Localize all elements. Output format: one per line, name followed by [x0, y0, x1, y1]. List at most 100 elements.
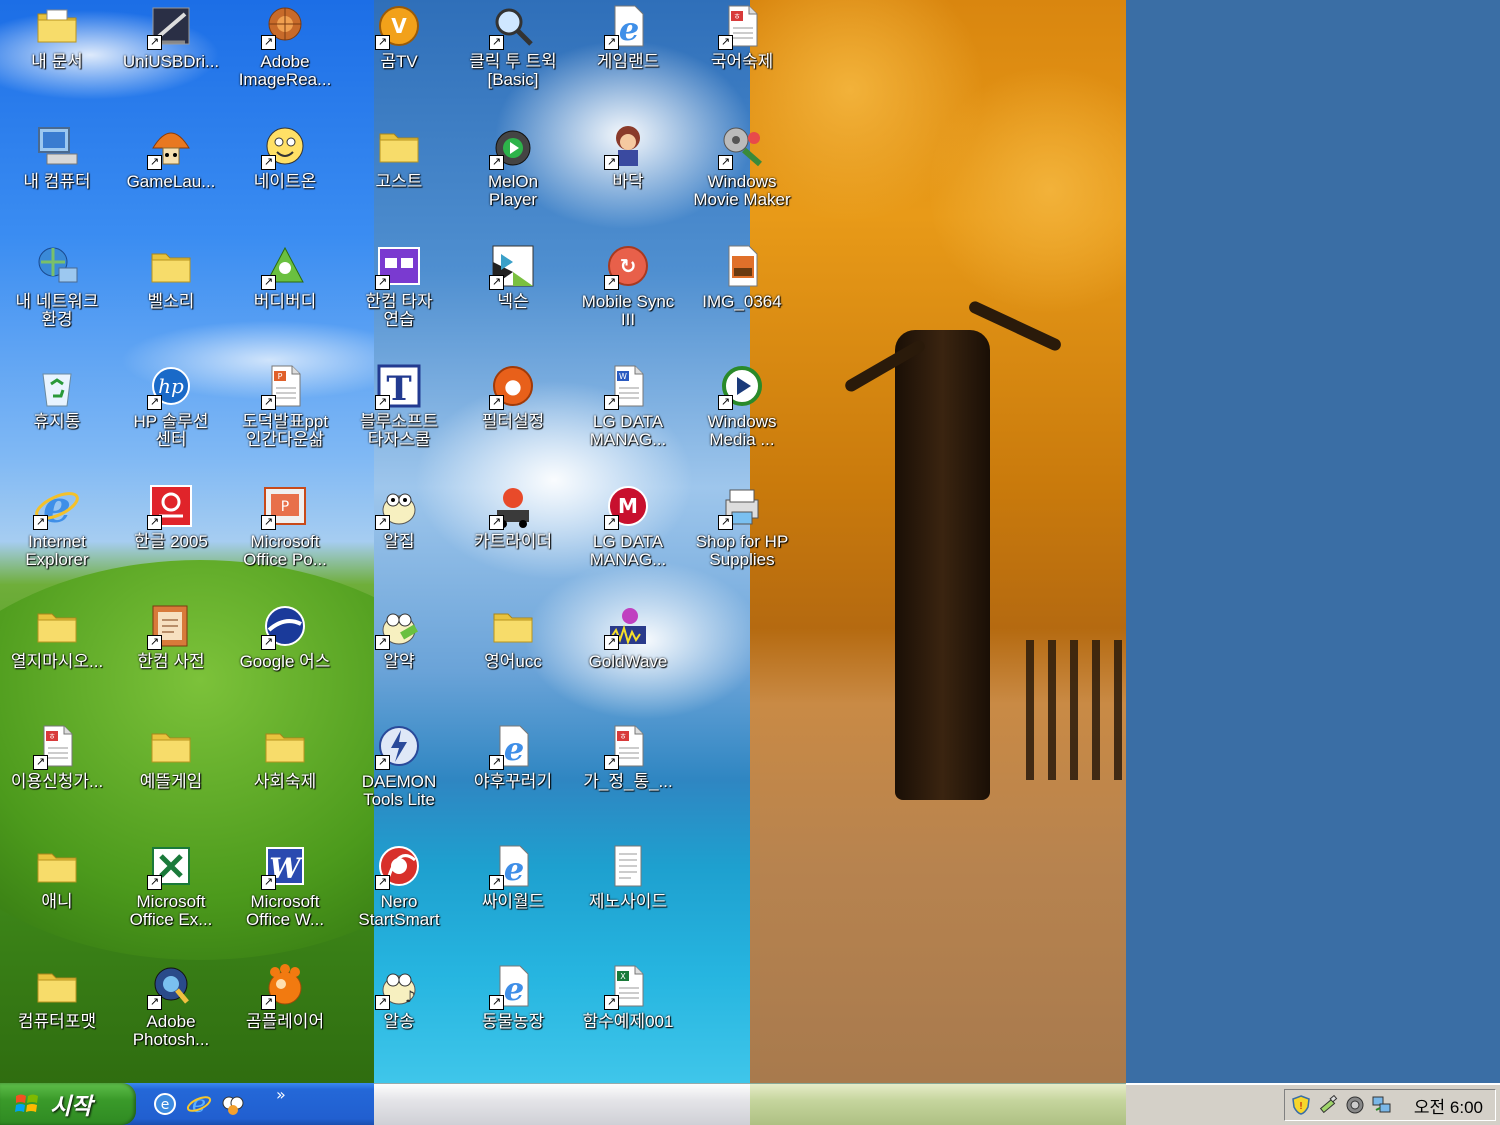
desktop-icon[interactable]: ↗ 카트라이더: [456, 480, 570, 590]
desktop-icon[interactable]: e ↗ 동물농장: [456, 960, 570, 1070]
svg-text:e: e: [619, 10, 639, 48]
desktop-icon[interactable]: ↗ Shop for HP Supplies: [685, 480, 799, 590]
speaker-icon[interactable]: [1344, 1094, 1366, 1116]
desktop-icon-label: 한컴 사전: [137, 652, 205, 671]
desktop-icon[interactable]: e ↗ 게임랜드: [571, 0, 685, 110]
melon-player-icon: ↗: [489, 122, 537, 170]
desktop-icon[interactable]: ↗ 클릭 투 트윅 [Basic]: [456, 0, 570, 110]
desktop-icon[interactable]: 애니: [0, 840, 114, 950]
desktop-icon-label: 싸이월드: [481, 892, 545, 911]
svg-text:V: V: [391, 14, 407, 38]
desktop-icon[interactable]: e ↗ Internet Explorer: [0, 480, 114, 590]
messenger-icon[interactable]: [220, 1091, 246, 1117]
desktop-icon[interactable]: 내 컴퓨터: [0, 120, 114, 230]
clock[interactable]: 오전 6:00: [1414, 1093, 1483, 1118]
internet-explorer-icon[interactable]: e: [186, 1091, 212, 1117]
network-tray-icon[interactable]: [1371, 1094, 1393, 1116]
kartrider-icon: ↗: [489, 482, 537, 530]
desktop-icon[interactable]: ㅎ ↗ 국어숙제: [685, 0, 799, 110]
desktop-icon[interactable]: 고스트: [342, 120, 456, 230]
desktop-icon[interactable]: 벨소리: [114, 240, 228, 350]
desktop-icon-label: 내 네트워크 환경: [15, 292, 99, 329]
desktop-icon[interactable]: e ↗ 싸이월드: [456, 840, 570, 950]
desktop-icon[interactable]: W ↗ Microsoft Office W...: [228, 840, 342, 950]
desktop-icon[interactable]: T ↗ 블루소프트 타자스쿨: [342, 360, 456, 470]
desktop-icon[interactable]: ↗ 한컴 사전: [114, 600, 228, 710]
usb-plug-icon[interactable]: [1317, 1094, 1339, 1116]
desktop-icon[interactable]: ↗ Google 어스: [228, 600, 342, 710]
desktop-icon[interactable]: ↗ 바닥: [571, 120, 685, 230]
desktop-icon[interactable]: 제노사이드: [571, 840, 685, 950]
desktop-icon-label: IMG_0364: [702, 292, 782, 311]
desktop-icon[interactable]: 컴퓨터포맷: [0, 960, 114, 1070]
desktop-icon[interactable]: 예뜰게임: [114, 720, 228, 830]
desktop-icon[interactable]: ♪ ↗ 알송: [342, 960, 456, 1070]
excel-document-icon: X ↗: [604, 962, 652, 1010]
desktop-icon[interactable]: 내 네트워크 환경: [0, 240, 114, 350]
desktop-icon[interactable]: ↗ GoldWave: [571, 600, 685, 710]
desktop-icon-label: Shop for HP Supplies: [695, 532, 789, 569]
desktop-icon[interactable]: P ↗ Microsoft Office Po...: [228, 480, 342, 590]
desktop-icon[interactable]: ↗ 알약: [342, 600, 456, 710]
daemon-tools-icon: ↗: [375, 722, 423, 770]
ie-alt-icon[interactable]: e: [152, 1091, 178, 1117]
desktop-icon[interactable]: IMG_0364: [685, 240, 799, 350]
shortcut-arrow-icon: ↗: [375, 875, 390, 890]
desktop-icon[interactable]: ↗ Adobe Photosh...: [114, 960, 228, 1070]
desktop-icon[interactable]: V ↗ 곰TV: [342, 0, 456, 110]
desktop-icon[interactable]: ↗ 네이트온: [228, 120, 342, 230]
desktop-icon[interactable]: 영어ucc: [456, 600, 570, 710]
security-shield-icon[interactable]: !: [1290, 1094, 1312, 1116]
desktop-icon[interactable]: ● ↗ 필터설정: [456, 360, 570, 470]
quick-launch-more-button[interactable]: »: [276, 1085, 286, 1104]
desktop-icon[interactable]: 휴지통: [0, 360, 114, 470]
desktop-icon-label: 알집: [383, 532, 415, 551]
desktop-icon-label: GoldWave: [588, 652, 668, 671]
desktop-icon[interactable]: ↗ Nero StartSmart: [342, 840, 456, 950]
desktop-icon[interactable]: ↗ Windows Movie Maker: [685, 120, 799, 230]
shortcut-arrow-icon: ↗: [147, 395, 162, 410]
desktop-icon[interactable]: W ↗ LG DATA MANAG...: [571, 360, 685, 470]
desktop-icon[interactable]: ↗ 알집: [342, 480, 456, 590]
desktop-icon-label: 동물농장: [481, 1012, 545, 1031]
google-earth-icon: ↗: [261, 602, 309, 650]
shortcut-arrow-icon: ↗: [147, 875, 162, 890]
svg-text:ㅎ: ㅎ: [733, 12, 740, 21]
svg-text:W: W: [619, 372, 627, 381]
desktop-icon[interactable]: ↗ Windows Media ...: [685, 360, 799, 470]
desktop-icon[interactable]: ↗ GameLau...: [114, 120, 228, 230]
desktop-icon[interactable]: ↗ Adobe ImageRea...: [228, 0, 342, 110]
desktop-icon[interactable]: ↗ MelOn Player: [456, 120, 570, 230]
desktop-icon[interactable]: ↗ 넥슨: [456, 240, 570, 350]
desktop-icon[interactable]: hp ↗ HP 솔루션 센터: [114, 360, 228, 470]
shortcut-arrow-icon: ↗: [489, 515, 504, 530]
desktop-icon-label: 이용신청가...: [10, 772, 104, 791]
desktop-icon[interactable]: X ↗ 함수예제001: [571, 960, 685, 1070]
desktop-icon[interactable]: ↗ 한컴 타자 연습: [342, 240, 456, 350]
desktop-icon[interactable]: P ↗ 도덕발표ppt 인간다운삶: [228, 360, 342, 470]
desktop-icon[interactable]: ↗ 곰플레이어: [228, 960, 342, 1070]
desktop-icon[interactable]: ↗ DAEMON Tools Lite: [342, 720, 456, 830]
desktop-icon[interactable]: ↗ 버디버디: [228, 240, 342, 350]
goldwave-icon: ↗: [604, 602, 652, 650]
desktop-icon[interactable]: ↗ Microsoft Office Ex...: [114, 840, 228, 950]
desktop-icon-label: UniUSBDri...: [122, 52, 220, 71]
filter-icon: ● ↗: [489, 362, 537, 410]
desktop-icon[interactable]: ㅎ ↗ 이용신청가...: [0, 720, 114, 830]
desktop-icon[interactable]: ↻ ↗ Mobile Sync III: [571, 240, 685, 350]
desktop-icon-label: 내 컴퓨터: [23, 172, 91, 191]
desktop-icon[interactable]: 사회숙제: [228, 720, 342, 830]
desktop-icon-label: 영어ucc: [484, 652, 542, 671]
desktop-icon-label: 컴퓨터포맷: [17, 1012, 97, 1031]
desktop-icon[interactable]: M ↗ LG DATA MANAG...: [571, 480, 685, 590]
desktop-icon[interactable]: 내 문서: [0, 0, 114, 110]
desktop-icon[interactable]: e ↗ 야후꾸러기: [456, 720, 570, 830]
desktop-icon[interactable]: ↗ UniUSBDri...: [114, 0, 228, 110]
start-button[interactable]: 시작: [0, 1083, 136, 1125]
desktop-icon[interactable]: ↗ 한글 2005: [114, 480, 228, 590]
taskbar-silver-segment: [374, 1083, 750, 1125]
folder-icon: [489, 602, 537, 650]
desktop-icon[interactable]: 열지마시오...: [0, 600, 114, 710]
desktop-icon[interactable]: ㅎ ↗ 가_정_통_...: [571, 720, 685, 830]
hangul-icon: ↗: [147, 482, 195, 530]
